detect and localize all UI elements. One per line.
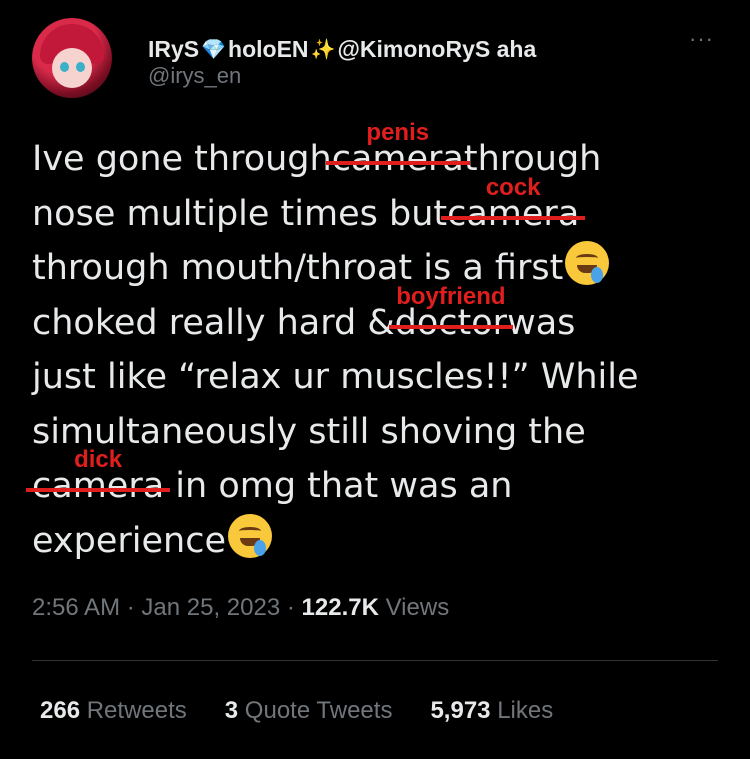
sparkle-icon: ✨	[310, 38, 336, 61]
laughing-tears-emoji-icon	[565, 241, 610, 285]
overwritten-word: cock	[485, 173, 541, 201]
redacted-word: camera dick	[32, 446, 164, 514]
tweet-text-segment: just like “relax ur muscles!!” While	[32, 357, 639, 397]
views-count: 122.7K	[301, 594, 379, 621]
crying-smile-emoji-icon	[228, 513, 272, 558]
quote-tweets-stat[interactable]: 3 Quote Tweets	[225, 697, 393, 725]
tweet-line: camera dick in omg that was an	[32, 446, 722, 514]
tweet-meta: 2:56 AM · Jan 25, 2023 · 122.7K Views	[32, 594, 449, 622]
diamond-icon: 💎	[201, 38, 227, 61]
likes-label: Likes	[497, 697, 554, 724]
quote-tweets-count: 3	[224, 697, 239, 724]
tweet-header: IRyS 💎 holoEN ✨ @KimonoRyS aha @irys_en …	[32, 18, 722, 98]
retweets-stat[interactable]: 266 Retweets	[40, 697, 187, 725]
tweet-text-segment: was	[507, 302, 576, 343]
likes-count: 5,973	[430, 697, 491, 724]
tweet-stats: 266 Retweets 3 Quote Tweets 5,973 Likes	[40, 697, 553, 725]
tweet-time[interactable]: 2:56 AM	[32, 594, 120, 621]
avatar-face	[52, 48, 92, 88]
overwritten-word: boyfriend	[396, 282, 506, 310]
tweet-text-segment: nose multiple times but	[32, 193, 448, 234]
avatar[interactable]	[32, 18, 112, 98]
tweet-line: nose multiple times butcamera cock	[32, 174, 722, 242]
display-name-part-1: IRyS	[148, 35, 200, 62]
tweet-line: Ive gone throughcamera penis through	[32, 119, 722, 187]
redacted-word: camera penis	[332, 119, 464, 187]
tweet-text-segment: Ive gone through	[32, 139, 332, 179]
divider	[32, 660, 718, 661]
retweets-label: Retweets	[86, 697, 187, 724]
redacted-word: doctor boyfriend	[395, 283, 507, 351]
avatar-eye-left	[60, 62, 69, 72]
meta-separator: ·	[126, 594, 135, 621]
overwritten-word: dick	[74, 446, 123, 473]
tweet-text-segment: experience	[32, 520, 226, 561]
tweet-line: just like “relax ur muscles!!” While	[32, 350, 722, 405]
likes-stat[interactable]: 5,973 Likes	[430, 697, 553, 725]
tweet-line: choked really hard &doctor boyfriend was	[32, 283, 722, 351]
avatar-eye-right	[76, 62, 85, 72]
display-name-part-2: holoEN	[228, 35, 309, 62]
user-handle[interactable]: @irys_en	[148, 63, 241, 89]
tweet-line: simultaneously still shoving the	[32, 405, 722, 460]
tweet-line: through mouth/throat is a first	[32, 241, 722, 296]
meta-separator: ·	[286, 594, 295, 621]
tweet-date[interactable]: Jan 25, 2023	[141, 594, 280, 621]
quote-tweets-label: Quote Tweets	[244, 697, 393, 724]
display-name-part-3: @KimonoRyS aha	[337, 35, 537, 62]
tweet-text-segment: choked really hard &	[32, 302, 395, 343]
overwritten-word: penis	[366, 119, 430, 146]
tweet-line: experience	[32, 513, 722, 569]
more-options-icon[interactable]: ···	[689, 26, 714, 52]
tweet-text-segment: in omg that was an	[175, 466, 513, 506]
display-name-row[interactable]: IRyS 💎 holoEN ✨ @KimonoRyS aha	[148, 32, 536, 66]
redacted-word: camera cock	[447, 174, 579, 242]
retweets-count: 266	[40, 697, 81, 724]
views-label: Views	[385, 594, 450, 621]
tweet-body: Ive gone throughcamera penis through nose …	[32, 119, 722, 569]
